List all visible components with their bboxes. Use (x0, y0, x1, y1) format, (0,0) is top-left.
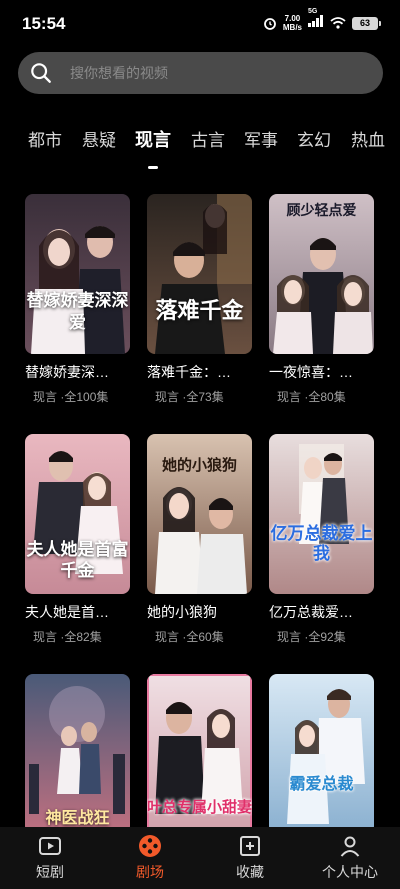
drama-episodes: ·全92集 (304, 630, 346, 644)
poster-title: 落难千金 (155, 298, 244, 324)
tab-action[interactable]: 热血 (351, 126, 385, 151)
drama-card[interactable]: 替嫁娇妻深深爱 替嫁娇妻深… 现言 ·全100集 (25, 194, 130, 405)
film-reel-icon (139, 835, 161, 857)
nav-shorts[interactable]: 短剧 (0, 827, 100, 889)
nav-theater[interactable]: 剧场 (100, 827, 200, 889)
drama-card[interactable]: 顾少轻点爱 一夜惊喜：… 现言 ·全80集 (269, 194, 374, 405)
drama-meta: 现言 ·全73集 (147, 388, 252, 405)
drama-title: 她的小狼狗 (147, 604, 217, 620)
nav-profile[interactable]: 个人中心 (300, 827, 400, 889)
signal-type: 5G (308, 8, 318, 15)
poster-title: 替嫁娇妻深深爱 (26, 291, 129, 333)
wifi-icon (330, 17, 346, 29)
drama-meta: 现言 ·全82集 (25, 628, 130, 645)
drama-poster[interactable]: 落难千金 (147, 194, 252, 354)
drama-poster[interactable]: 夫人她是首富千金 (25, 434, 130, 594)
poster-title: 亿万总裁爱上我 (270, 524, 373, 564)
nav-label: 剧场 (136, 864, 164, 880)
poster-title: 霸爱总裁 (289, 774, 354, 793)
poster-title: 神医战狂 (45, 808, 110, 827)
drama-card[interactable]: 亿万总裁爱上我 亿万总裁爱… 现言 ·全92集 (269, 434, 374, 645)
person-icon (340, 836, 360, 857)
drama-poster[interactable]: 叶总专属小甜妻 (147, 674, 252, 834)
status-icons: 7.00 MB/s 5G 63 (263, 8, 381, 32)
drama-genre: 现言 (33, 390, 58, 404)
nav-label: 短剧 (36, 864, 64, 880)
drama-card[interactable]: 叶总专属小甜妻 (147, 674, 252, 834)
drama-card[interactable]: 落难千金 落难千金：… 现言 ·全73集 (147, 194, 252, 405)
drama-genre: 现言 (155, 630, 180, 644)
drama-poster[interactable]: 亿万总裁爱上我 (269, 434, 374, 594)
nav-label: 个人中心 (322, 864, 378, 880)
drama-genre: 现言 (33, 630, 58, 644)
drama-poster[interactable]: 神医战狂 (25, 674, 130, 834)
category-tabs: 都市 悬疑 现言 古言 军事 玄幻 热血 (0, 126, 400, 166)
net-speed-unit: MB/s (282, 23, 302, 32)
drama-card[interactable]: 夫人她是首富千金 夫人她是首… 现言 ·全82集 (25, 434, 130, 645)
drama-genre: 现言 (277, 630, 302, 644)
drama-genre: 现言 (155, 390, 180, 404)
drama-episodes: ·全80集 (304, 390, 346, 404)
drama-poster[interactable]: 替嫁娇妻深深爱 (25, 194, 130, 354)
drama-genre: 现言 (277, 390, 302, 404)
net-speed: 7.00 MB/s (283, 14, 302, 32)
drama-card[interactable]: 她的小狼狗 她的小狼狗 现言 ·全60集 (147, 434, 252, 645)
drama-title: 替嫁娇妻深… (25, 364, 109, 380)
add-collection-icon (240, 836, 260, 856)
bottom-nav: 短剧 剧场 收藏 个人中心 (0, 827, 400, 889)
tab-suspense[interactable]: 悬疑 (82, 126, 116, 151)
nav-label: 收藏 (236, 864, 264, 880)
drama-episodes: ·全82集 (60, 630, 102, 644)
battery-icon: 63 (352, 16, 381, 30)
drama-meta: 现言 ·全80集 (269, 388, 374, 405)
tab-urban[interactable]: 都市 (28, 126, 62, 151)
active-tab-indicator (148, 166, 158, 169)
poster-title: 她的小狼狗 (161, 456, 237, 474)
drama-title: 夫人她是首… (25, 604, 109, 620)
alarm-icon (263, 18, 276, 30)
search-bar[interactable]: 搜你想看的视频 (18, 52, 383, 94)
battery-level: 63 (359, 18, 370, 28)
drama-meta: 现言 ·全60集 (147, 628, 252, 645)
drama-poster[interactable]: 顾少轻点爱 (269, 194, 374, 354)
drama-episodes: ·全73集 (182, 390, 224, 404)
tab-modern-romance[interactable]: 现言 (135, 126, 171, 152)
poster-image (269, 434, 374, 594)
nav-favorites[interactable]: 收藏 (200, 827, 300, 889)
drama-poster[interactable]: 她的小狼狗 (147, 434, 252, 594)
tab-fantasy[interactable]: 玄幻 (297, 126, 331, 151)
search-icon (31, 63, 51, 83)
play-square-icon (39, 837, 61, 855)
cell-signal-icon: 5G (308, 8, 324, 32)
status-time: 15:54 (22, 14, 66, 33)
drama-card[interactable]: 霸爱总裁 (269, 674, 374, 834)
search-placeholder: 搜你想看的视频 (70, 65, 168, 81)
poster-title: 顾少轻点爱 (286, 203, 357, 219)
poster-image (269, 674, 374, 834)
drama-title: 一夜惊喜：… (269, 364, 353, 380)
tab-ancient-romance[interactable]: 古言 (191, 126, 225, 151)
tab-military[interactable]: 军事 (244, 126, 278, 151)
drama-card[interactable]: 神医战狂 (25, 674, 130, 834)
drama-title: 亿万总裁爱… (269, 604, 353, 620)
poster-title: 叶总专属小甜妻 (147, 798, 252, 816)
drama-episodes: ·全60集 (182, 630, 224, 644)
net-speed-value: 7.00 (284, 14, 301, 23)
status-bar: 15:54 7.00 MB/s 5G 63 (0, 0, 400, 46)
poster-image (147, 194, 252, 354)
drama-episodes: ·全100集 (60, 390, 109, 404)
drama-poster[interactable]: 霸爱总裁 (269, 674, 374, 834)
drama-title: 落难千金：… (147, 364, 231, 380)
poster-title: 夫人她是首富千金 (26, 540, 129, 581)
drama-meta: 现言 ·全100集 (25, 388, 130, 405)
drama-meta: 现言 ·全92集 (269, 628, 374, 645)
